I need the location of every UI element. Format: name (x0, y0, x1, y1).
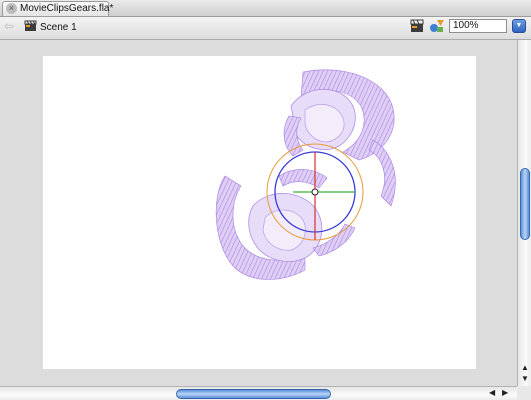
scroll-up-icon[interactable]: ▲ (521, 363, 529, 372)
stage-artwork (215, 69, 396, 280)
transform-point-handle[interactable] (311, 188, 319, 196)
vertical-scrollbar[interactable]: ▲ ▼ (517, 40, 531, 386)
gear-upper-graphic[interactable] (283, 69, 396, 207)
close-icon[interactable]: × (6, 3, 17, 14)
clapperboard-icon (24, 20, 37, 35)
edit-bar: ⇦ Scene 1 100% ▼ (0, 17, 531, 40)
back-arrow-icon[interactable]: ⇦ (4, 19, 14, 33)
edit-scene-icon[interactable] (409, 19, 425, 36)
horizontal-scroll-thumb[interactable] (176, 389, 331, 399)
vertical-scroll-thumb[interactable] (520, 168, 530, 240)
edit-symbol-icon[interactable] (429, 19, 445, 36)
chevron-down-icon[interactable]: ▼ (512, 19, 526, 33)
scroll-down-icon[interactable]: ▼ (521, 374, 529, 383)
zoom-input[interactable]: 100% (449, 19, 507, 33)
scroll-right-icon[interactable]: ▶ (502, 388, 508, 397)
workspace (0, 40, 517, 386)
scrollbar-corner (517, 386, 531, 400)
scroll-left-icon[interactable]: ◀ (489, 388, 495, 397)
stage[interactable] (43, 56, 476, 369)
horizontal-scrollbar[interactable]: ◀ ▶ (0, 386, 517, 400)
document-tab-bar: × MovieClipsGears.fla* (0, 0, 531, 17)
gear-lower-graphic[interactable] (215, 169, 356, 280)
scene-label[interactable]: Scene 1 (40, 22, 77, 33)
document-tab[interactable]: × MovieClipsGears.fla* (2, 1, 113, 16)
document-tab-title: MovieClipsGears.fla* (20, 3, 114, 14)
